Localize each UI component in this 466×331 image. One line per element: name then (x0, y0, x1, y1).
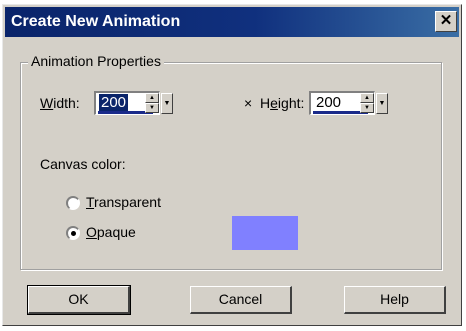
help-button[interactable]: Help (344, 286, 446, 314)
width-value[interactable]: 200 (99, 94, 129, 112)
times-separator: × (244, 95, 253, 111)
width-down-arrow-icon[interactable]: ▼ (145, 103, 159, 113)
title-bar[interactable]: Create New Animation ✕ (5, 7, 459, 37)
canvas-color-label: Canvas color: (40, 156, 126, 172)
width-up-arrow-icon[interactable]: ▲ (145, 93, 159, 103)
height-spin-arrows[interactable]: ▲ ▼ (360, 93, 374, 114)
opaque-radio[interactable] (66, 226, 80, 240)
dialog-title: Create New Animation (11, 13, 181, 30)
transparent-label[interactable]: Transparent (86, 194, 161, 210)
height-dropdown-arrow-icon[interactable]: ▼ (376, 93, 388, 114)
width-spin-arrows[interactable]: ▲ ▼ (145, 93, 159, 114)
close-icon: ✕ (439, 12, 453, 29)
width-spinbox[interactable]: 200 ▲ ▼ ▼ (94, 91, 173, 115)
width-dropdown-arrow-icon[interactable]: ▼ (161, 93, 173, 114)
close-button[interactable]: ✕ (435, 11, 457, 32)
height-label: Height: (260, 95, 305, 111)
ok-button[interactable]: OK (27, 285, 131, 315)
opaque-label[interactable]: Opaque (86, 224, 136, 240)
height-spinbox[interactable]: 200 ▲ ▼ ▼ (309, 91, 388, 115)
cancel-button[interactable]: Cancel (190, 286, 292, 314)
radio-dot (71, 231, 76, 236)
canvas-color-swatch[interactable] (232, 216, 298, 250)
transparent-radio[interactable] (66, 196, 80, 210)
height-value[interactable]: 200 (314, 94, 343, 112)
group-legend: Animation Properties (28, 53, 164, 69)
height-down-arrow-icon[interactable]: ▼ (360, 103, 374, 113)
width-label: Width: (40, 95, 80, 111)
height-up-arrow-icon[interactable]: ▲ (360, 93, 374, 103)
